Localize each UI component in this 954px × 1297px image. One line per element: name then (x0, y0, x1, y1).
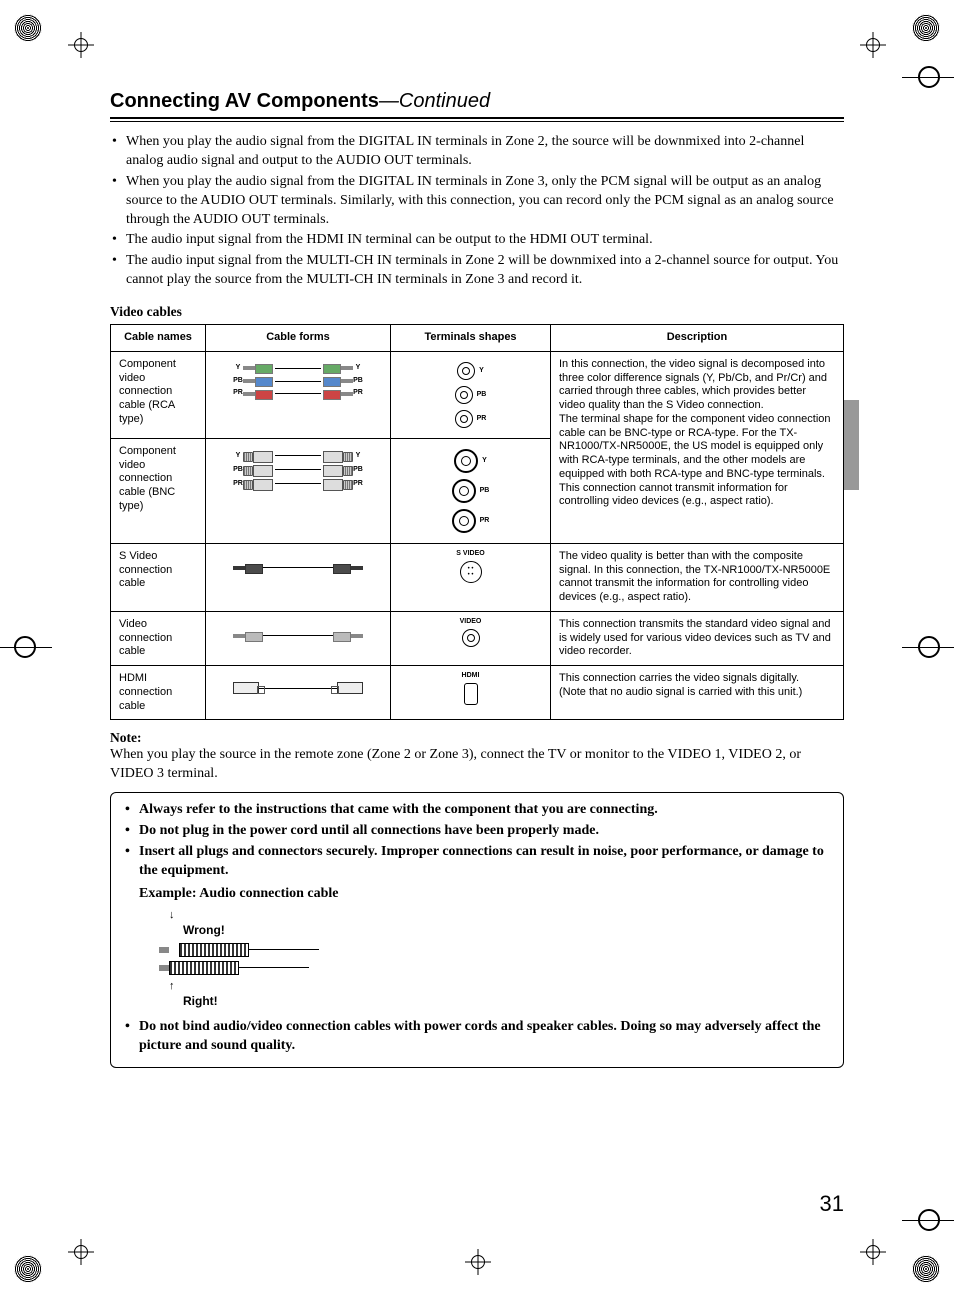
rca-plug-icon (323, 364, 353, 372)
rca-plug-icon (323, 377, 353, 385)
cable-form-diagram (206, 611, 391, 665)
terminal-shape-diagram: Y PB PR (391, 438, 551, 543)
cable-name: Component video connection cable (RCA ty… (111, 351, 206, 438)
advice-bullet: Do not bind audio/video connection cable… (123, 1018, 831, 1056)
connection-example-diagram: ↓ Wrong! ↑ Right! (159, 908, 831, 1010)
cable-name: HDMI connection cable (111, 666, 206, 720)
page-heading: Connecting AV Components—Continued (110, 90, 844, 119)
advice-bullet: Do not plug in the power cord until all … (123, 822, 831, 841)
hdmi-plug-icon (337, 682, 363, 694)
rca-jack-icon (457, 362, 475, 380)
svideo-jack-icon (460, 561, 482, 583)
rca-plug-icon (233, 632, 263, 640)
cable-name: Video connection cable (111, 611, 206, 665)
rca-plug-icon (333, 632, 363, 640)
example-label: Example: Audio connection cable (139, 885, 831, 904)
bnc-plug-icon (243, 465, 273, 475)
intro-bullet: When you play the audio signal from the … (110, 133, 844, 171)
rca-plug-icon (323, 390, 353, 398)
hdmi-jack-icon (464, 683, 478, 705)
svideo-plug-icon (333, 564, 363, 572)
advice-bullet: Insert all plugs and connectors securely… (123, 843, 831, 881)
advice-bullet: Always refer to the instructions that ca… (123, 801, 831, 820)
intro-bullet: The audio input signal from the MULTI-CH… (110, 252, 844, 290)
rca-plug-icon (243, 364, 273, 372)
bnc-plug-icon (323, 479, 353, 489)
th-cable-forms: Cable forms (206, 325, 391, 352)
cable-form-diagram: YY PBPB PRPR (206, 438, 391, 543)
terminal-shape-diagram: S VIDEO (391, 543, 551, 611)
cable-description: In this connection, the video signal is … (551, 351, 844, 543)
th-terminal-shapes: Terminals shapes (391, 325, 551, 352)
page-number: 31 (820, 1191, 844, 1217)
terminal-shape-diagram: Y PB PR (391, 351, 551, 438)
table-row: Video connection cable VIDEO This connec… (111, 611, 844, 665)
rca-jack-icon (455, 386, 473, 404)
bnc-plug-icon (243, 451, 273, 461)
cable-name: S Video connection cable (111, 543, 206, 611)
heading-continued: —Continued (379, 90, 490, 112)
th-cable-names: Cable names (111, 325, 206, 352)
wrong-label: Wrong! (183, 922, 831, 938)
rca-jack-icon (455, 410, 473, 428)
cable-form-diagram: YY PBPB PRPR (206, 351, 391, 438)
bnc-plug-icon (323, 465, 353, 475)
cable-description: The video quality is better than with th… (551, 543, 844, 611)
hdmi-plug-icon (233, 682, 259, 694)
cable-form-diagram (206, 666, 391, 720)
section-title: Video cables (110, 304, 844, 320)
bnc-plug-icon (323, 451, 353, 461)
advice-box: Always refer to the instructions that ca… (110, 792, 844, 1068)
rca-plug-icon (243, 377, 273, 385)
note-text: When you play the source in the remote z… (110, 746, 844, 784)
cable-description: This connection transmits the standard v… (551, 611, 844, 665)
bnc-jack-icon (452, 509, 476, 533)
rca-plug-icon (243, 390, 273, 398)
table-row: HDMI connection cable HDMI This connecti… (111, 666, 844, 720)
terminal-shape-diagram: HDMI (391, 666, 551, 720)
bnc-plug-icon (243, 479, 273, 489)
note-label: Note: (110, 730, 844, 746)
terminal-shape-diagram: VIDEO (391, 611, 551, 665)
cable-description: This connection carries the video signal… (551, 666, 844, 720)
cable-name: Component video connection cable (BNC ty… (111, 438, 206, 543)
intro-bullet: When you play the audio signal from the … (110, 173, 844, 230)
right-label: Right! (183, 993, 831, 1009)
page: Connecting AV Components—Continued When … (0, 0, 954, 1297)
heading-title: Connecting AV Components (110, 90, 379, 112)
cable-form-diagram (206, 543, 391, 611)
table-row: Component video connection cable (RCA ty… (111, 351, 844, 438)
th-description: Description (551, 325, 844, 352)
intro-bullet: The audio input signal from the HDMI IN … (110, 231, 844, 250)
svideo-plug-icon (233, 564, 263, 572)
video-cables-table: Cable names Cable forms Terminals shapes… (110, 324, 844, 720)
bnc-jack-icon (452, 479, 476, 503)
rca-jack-icon (462, 629, 480, 647)
table-row: S Video connection cable S VIDEO The vid… (111, 543, 844, 611)
side-tab (844, 400, 859, 490)
intro-bullets: When you play the audio signal from the … (110, 133, 844, 290)
bnc-jack-icon (454, 449, 478, 473)
